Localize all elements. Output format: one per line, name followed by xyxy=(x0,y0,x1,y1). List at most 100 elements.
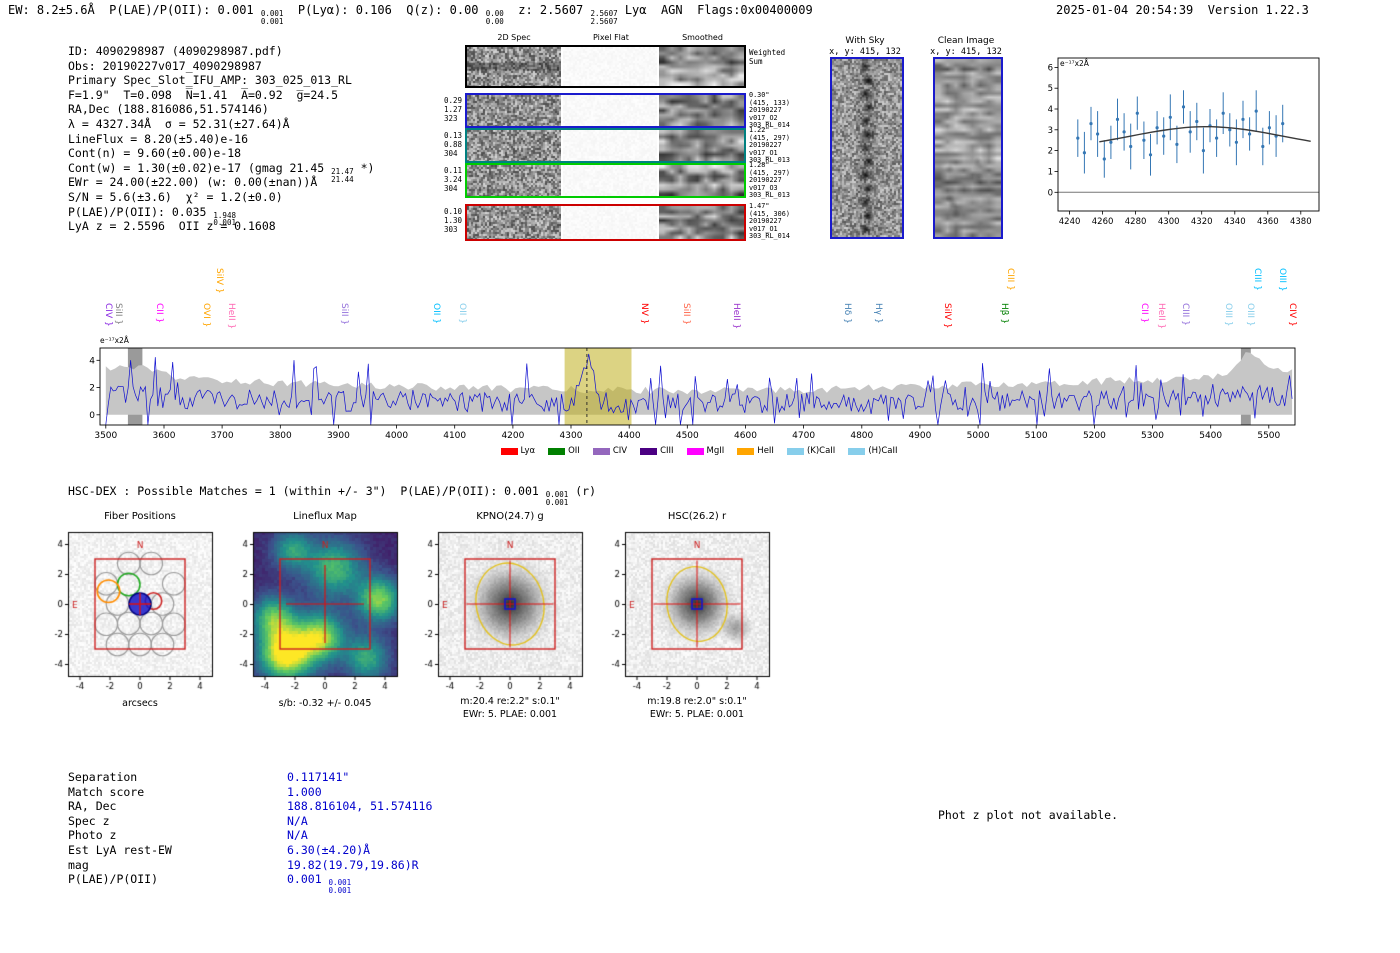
svg-text:5100: 5100 xyxy=(1025,431,1048,441)
emission-line-label: HeII } xyxy=(225,303,236,330)
stacked-uncertainty: 0.00 0.00 xyxy=(485,9,504,26)
info-line: Primary Spec_Slot_IFU_AMP: 303_025_013_R… xyxy=(68,73,352,88)
note-hsc-mag: m:19.8 re:2.0" s:0.1" xyxy=(647,696,747,707)
match-row-value: N/A xyxy=(287,813,308,828)
smoothed-image xyxy=(659,206,744,239)
match-row-label: RA, Dec xyxy=(68,799,117,814)
stacked-uncertainty: 0.001 0.001 xyxy=(260,9,284,26)
match-row-label: Spec z xyxy=(68,813,110,828)
match-row-value: 0.001 0.001 0.001 xyxy=(287,872,352,895)
strip-left-label: 0.10 1.30 303 xyxy=(444,207,463,234)
info-line: LineFlux = 8.20(±5.40)e-16 xyxy=(68,131,249,146)
stacked-uncertainty: 0.001 0.001 xyxy=(545,490,569,507)
legend-swatch xyxy=(548,447,566,455)
detection-info-block: ID: 4090298987 (4090298987.pdf) Obs: 2019… xyxy=(68,44,374,234)
strip-right-label: 1.47" (415, 306) 20190227 v017_O1 303_RL… xyxy=(749,202,790,241)
header-summary: EW: 8.2±5.6Å P(LAE)/P(OII): 0.001 0.001 0… xyxy=(8,3,813,26)
legend-swatch xyxy=(848,447,866,455)
spec2d-image xyxy=(467,47,561,86)
emission-line-label: OIII } xyxy=(1222,303,1233,327)
svg-text:5500: 5500 xyxy=(1257,431,1280,441)
with-sky-coords: x, y: 415, 132 xyxy=(829,47,901,57)
info-line: P(LAE)/P(OII): 0.035 1.948 0.001 xyxy=(68,204,236,228)
svg-text:4260: 4260 xyxy=(1092,217,1114,227)
match-row-label: P(LAE)/P(OII) xyxy=(68,872,159,887)
svg-text:4300: 4300 xyxy=(560,431,583,441)
legend-swatch xyxy=(737,447,755,455)
svg-text:5000: 5000 xyxy=(967,431,990,441)
svg-text:3500: 3500 xyxy=(94,431,117,441)
panel-title-lineflux-map: Lineflux Map xyxy=(293,511,357,522)
legend-item: CIV xyxy=(592,446,628,456)
info-line: EWr = 24.00(±22.00) (w: 0.00(±nan))Å xyxy=(68,175,318,190)
panel-title-hsc-r: HSC(26.2) r xyxy=(667,511,727,522)
svg-text:3700: 3700 xyxy=(211,431,234,441)
svg-text:e⁻¹⁷x2Å: e⁻¹⁷x2Å xyxy=(100,336,130,345)
legend-item: Lyα xyxy=(500,446,535,456)
spec2d-image xyxy=(467,165,561,196)
line-fit-plot-container: 4240 4260 4280 4300 4320 4340 4360 4380 0 1 2 3 4 5 6 e… xyxy=(1022,48,1327,247)
svg-text:4320: 4320 xyxy=(1191,217,1213,227)
hsc-match-summary: HSC-DEX : Possible Matches = 1 (within +… xyxy=(68,484,597,507)
svg-text:4280: 4280 xyxy=(1125,217,1147,227)
emission-line-label: Hγ } xyxy=(872,303,883,324)
legend-item: OII xyxy=(548,446,580,456)
match-row-value: 0.117141" xyxy=(287,770,350,784)
svg-text:4600: 4600 xyxy=(734,431,757,441)
match-row-label: mag xyxy=(68,857,89,872)
emission-line-label: SiIV } xyxy=(213,268,224,294)
match-table-values: 0.117141" 1.000 188.816104, 51.574116 N/A N/… xyxy=(287,770,433,895)
xlabel-arcsecs: arcsecs xyxy=(122,698,158,709)
emission-line-label: CII } xyxy=(154,303,165,324)
kpno-g-cutout-image xyxy=(412,528,590,696)
legend-label: CIV xyxy=(612,446,628,456)
col-title-2d-spec: 2D Spec xyxy=(497,33,531,42)
full-spectrum-plot-container: 3500 3600 3700 3800 3900 4000 4100 4200 4300 4400… xyxy=(85,332,1313,458)
photz-note: Phot z plot not available. xyxy=(938,808,1119,822)
panel-title-fiber-positions: Fiber Positions xyxy=(104,511,176,522)
emission-line-label: HeII } xyxy=(731,303,742,330)
line-fit-plot: 4240 4260 4280 4300 4320 4340 4360 4380 0 1 2 3 4 5 6 e… xyxy=(1048,57,1320,227)
pixel-flat-image xyxy=(563,130,657,161)
clean-image-coords: x, y: 415, 132 xyxy=(930,47,1002,57)
match-row-value: 6.30(±4.20)Å xyxy=(287,842,371,857)
svg-text:4000: 4000 xyxy=(385,431,408,441)
hsc-r-cutout-image xyxy=(599,528,777,696)
svg-text:4240: 4240 xyxy=(1059,217,1081,227)
svg-text:2: 2 xyxy=(89,384,95,394)
clean-image-title: Clean Image xyxy=(937,36,995,46)
svg-text:1: 1 xyxy=(1048,167,1053,177)
strip-row xyxy=(465,45,746,88)
svg-text:4100: 4100 xyxy=(443,431,466,441)
match-row-value: 1.000 xyxy=(287,784,322,799)
strip-right-label: 1.28" (415, 297) 20190227 v017_O3 303_RL… xyxy=(749,161,790,200)
legend-label: (H)CaII xyxy=(868,446,898,456)
legend-swatch xyxy=(640,447,658,455)
svg-text:0: 0 xyxy=(89,411,95,421)
legend-item: HeII xyxy=(737,446,774,456)
legend-item: CIII xyxy=(640,446,674,456)
strip-row xyxy=(465,163,746,198)
legend-label: CIII xyxy=(660,446,674,456)
strip-left-label: 0.13 0.88 304 xyxy=(444,131,463,158)
info-line: Obs: 20190227v017_4090298987 xyxy=(68,58,262,73)
svg-text:3800: 3800 xyxy=(269,431,292,441)
note-hsc-ewr: EWr: 5. PLAE: 0.001 xyxy=(649,709,745,720)
legend-label: (K)CaII xyxy=(806,446,836,456)
emission-line-label: NV } xyxy=(639,303,650,325)
pixel-flat-image xyxy=(563,47,657,86)
svg-text:5: 5 xyxy=(1048,84,1053,94)
strip-right-label: 0.30" (415, 133) 20190227 v017_O2 303_RL… xyxy=(749,91,790,130)
svg-text:4: 4 xyxy=(89,356,95,366)
emission-line-label: CIV } xyxy=(102,303,113,327)
strip-row xyxy=(465,204,746,241)
emission-line-label: CIII } xyxy=(1179,303,1190,326)
svg-text:4: 4 xyxy=(1048,105,1053,115)
info-line: S/N = 5.6(±3.6) χ² = 1.2(±0.0) xyxy=(68,189,283,204)
info-line: RA,Dec (188.816086,51.574146) xyxy=(68,102,269,117)
match-row-value: 188.816104, 51.574116 xyxy=(287,799,433,814)
svg-text:4200: 4200 xyxy=(501,431,524,441)
svg-text:4700: 4700 xyxy=(792,431,815,441)
legend-swatch xyxy=(686,447,704,455)
svg-text:4300: 4300 xyxy=(1158,217,1180,227)
